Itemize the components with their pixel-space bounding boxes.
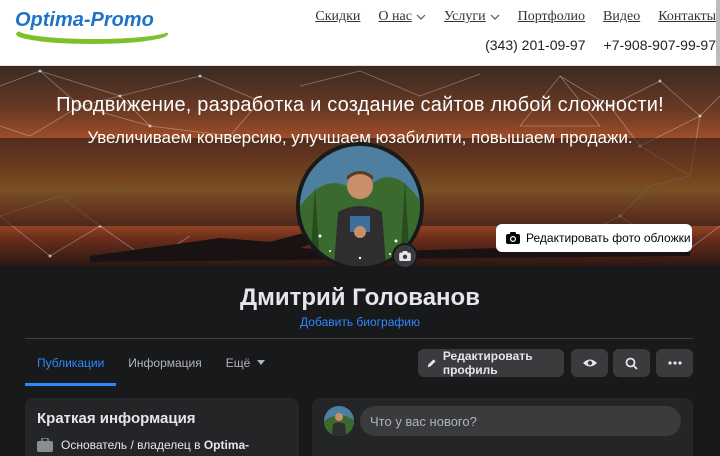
page: Optima-Promo Скидки О нас Услуги Портфолио В…	[0, 0, 720, 456]
pencil-icon	[427, 359, 436, 368]
phone-list: (343) 201-09-97 +7-908-907-99-97	[485, 37, 716, 53]
view-as-button[interactable]	[571, 349, 608, 377]
more-options-button[interactable]	[656, 349, 693, 377]
chevron-down-icon	[490, 14, 500, 20]
nav-link-3[interactable]: Портфолио	[518, 9, 585, 25]
tab-more[interactable]: Ещё	[214, 348, 279, 386]
intro-title: Краткая информация	[37, 410, 196, 427]
nav-link-2[interactable]: Услуги	[444, 9, 500, 25]
nav-link-label: Услуги	[443, 9, 486, 24]
tab-label: Публикации	[37, 356, 105, 370]
edit-profile-label: Редактировать профиль	[442, 349, 533, 377]
composer-avatar[interactable]	[324, 406, 354, 436]
nav-link-1[interactable]: О нас	[378, 9, 426, 25]
profile-name: Дмитрий Голованов	[240, 284, 480, 311]
tab-label: Ещё	[225, 356, 251, 370]
scrollbar[interactable]	[716, 0, 720, 66]
nav-link-label: Скидки	[315, 9, 361, 24]
nav-link-0[interactable]: Скидки	[315, 9, 360, 25]
intro-row-prefix: Основатель / владелец в	[61, 438, 204, 452]
intro-row-work: Основатель / владелец в Optima-	[37, 438, 249, 452]
nav-link-5[interactable]: Контакты	[658, 9, 716, 25]
composer-input[interactable]: Что у вас нового?	[360, 406, 681, 436]
nav-link-4[interactable]: Видео	[603, 9, 640, 25]
nav-link-label: Контакты	[658, 9, 716, 24]
intro-row-text: Основатель / владелец в Optima-	[61, 438, 249, 452]
eye-icon	[582, 359, 597, 367]
phone-1[interactable]: (343) 201-09-97	[485, 37, 585, 53]
site-header: Optima-Promo Скидки О нас Услуги Портфолио В…	[0, 0, 720, 66]
chevron-down-icon	[416, 14, 426, 20]
camera-icon	[399, 251, 411, 261]
briefcase-icon	[37, 438, 53, 452]
camera-icon	[506, 232, 520, 244]
update-avatar-button[interactable]	[392, 243, 418, 269]
tab-label: Информация	[128, 356, 202, 370]
post-composer: Что у вас нового?	[312, 398, 693, 456]
top-nav: Скидки О нас Услуги Портфолио Видео Контакты	[297, 9, 716, 25]
avatar-photo	[324, 406, 354, 436]
nav-link-label: Портфолио	[517, 9, 586, 24]
edit-profile-button[interactable]: Редактировать профиль	[418, 349, 564, 377]
tab-posts[interactable]: Публикации	[25, 348, 117, 386]
nav-link-label: Видео	[603, 9, 641, 24]
edit-cover-photo-button[interactable]: Редактировать фото обложки	[496, 224, 692, 252]
add-bio-link[interactable]: Добавить биографию	[0, 315, 720, 329]
cover-title: Продвижение, разработка и создание сайто…	[56, 94, 664, 116]
composer-placeholder: Что у вас нового?	[370, 413, 477, 429]
logo-text: Optima-Promo	[15, 9, 154, 31]
tab-about[interactable]: Информация	[116, 348, 213, 386]
site-logo[interactable]: Optima-Promo	[12, 6, 177, 46]
intro-row-org[interactable]: Optima-	[204, 438, 249, 452]
more-horizontal-icon	[667, 361, 682, 365]
intro-card: Краткая информация Основатель / владелец…	[25, 398, 299, 456]
search-profile-button[interactable]	[613, 349, 650, 377]
search-icon	[625, 357, 638, 370]
profile-tabs: Публикации Информация Ещё	[25, 348, 278, 386]
caret-down-icon	[257, 360, 266, 365]
edit-cover-label: Редактировать фото обложки	[526, 231, 691, 245]
divider	[25, 338, 693, 339]
phone-2[interactable]: +7-908-907-99-97	[604, 37, 716, 53]
nav-link-label: О нас	[378, 9, 412, 24]
